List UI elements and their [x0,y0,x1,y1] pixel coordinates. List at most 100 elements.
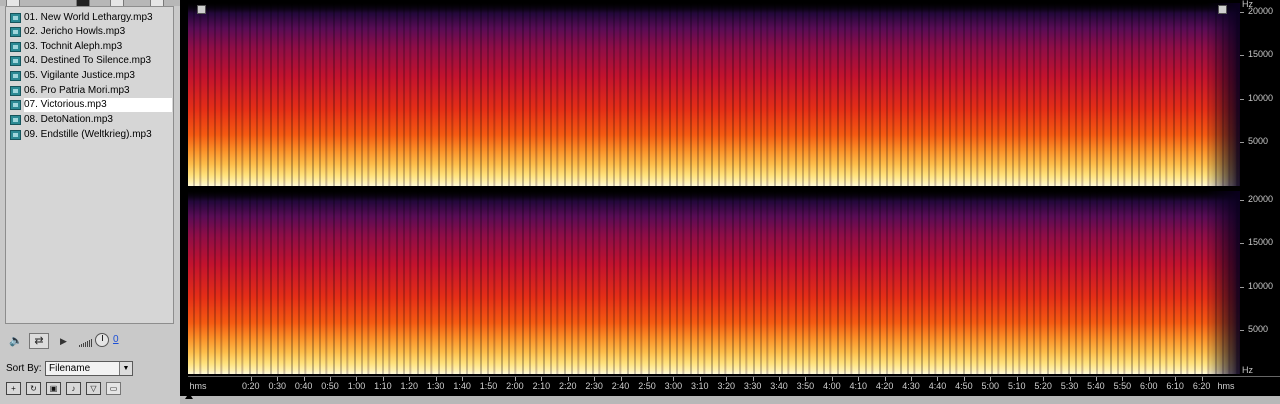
properties-button[interactable]: ♪ [66,382,81,395]
freq-tick [1240,98,1244,100]
freq-tick [1240,142,1244,144]
volume-bars-icon [79,339,93,347]
spectrogram-panel: Hz Hz 20000 15000 10000 5000 20000 15000 10000… [180,0,1280,404]
speaker-icon[interactable]: 🔈 [9,333,23,349]
time-label: 5:00 [981,381,1000,391]
time-axis: hms hms 0:20 0:30 0:40 0:50 1:00 1:10 1:20 1:30… [188,376,1280,397]
loop-button[interactable]: ⇄ [29,333,49,349]
playback-controls: 🔈 ⇄ ▶ 0 [5,330,174,352]
time-label: 2:10 [532,381,551,391]
audio-file-icon [10,27,21,37]
refresh-button[interactable]: ↻ [26,382,41,395]
time-label: 2:00 [506,381,524,391]
audio-file-icon [10,71,21,81]
time-label: 4:50 [955,381,973,391]
time-label: 0:30 [268,381,286,391]
time-label: 1:40 [453,381,471,391]
zoom-corner-left-icon[interactable] [197,5,206,14]
volume-knob-icon[interactable] [95,333,109,347]
freq-tick [1240,330,1244,332]
audio-file-icon [10,13,21,23]
freq-label: 20000 [1248,193,1274,204]
play-icon[interactable]: ▶ [60,333,67,349]
file-item-9[interactable]: 09. Endstille (Weltkrieg).mp3 [10,128,172,142]
time-label: 3:50 [796,381,815,391]
time-start-label: hms [189,381,207,391]
time-label: 5:40 [1087,381,1105,391]
file-item-7[interactable]: 07. Victorious.mp3 [10,98,172,112]
filter-button[interactable]: ▽ [86,382,101,395]
film-icon: ▣ [49,384,58,393]
time-label: 5:20 [1034,381,1052,391]
playhead-marker-icon[interactable] [185,393,193,399]
spectrogram-channel-2[interactable] [188,191,1240,374]
time-label: 1:50 [479,381,498,391]
file-item-4[interactable]: 04. Destined To Silence.mp3 [10,54,172,68]
spectrogram-end-fade-top [1206,3,1240,186]
export-icon: ▭ [109,384,118,393]
time-label: 4:20 [875,381,894,391]
note-icon: ♪ [71,384,76,393]
add-icon: + [11,384,16,393]
freq-label: 15000 [1248,49,1274,60]
spectrogram-channel-1[interactable] [188,3,1240,186]
audio-file-icon [10,42,21,52]
sort-by-label: Sort By: [6,363,42,374]
time-label: 1:10 [374,381,392,391]
freq-tick [1240,11,1244,13]
file-item-8[interactable]: 08. DetoNation.mp3 [10,113,172,127]
time-label: 2:50 [638,381,656,391]
file-item-5[interactable]: 05. Vigilante Justice.mp3 [10,69,172,83]
sort-by-select[interactable]: Filename ▼ [45,361,133,376]
time-label: 2:30 [585,381,603,391]
time-label: 4:00 [823,381,841,391]
loop-icon: ⇄ [34,335,44,347]
play-file-button[interactable]: ▣ [46,382,61,395]
time-label: 0:50 [321,381,339,391]
time-label: 1:20 [400,381,419,391]
time-label: 5:10 [1007,381,1026,391]
freq-tick [1240,286,1244,288]
freq-label: 5000 [1248,324,1269,335]
freq-label: 20000 [1248,5,1274,16]
time-label: 3:20 [717,381,735,391]
time-label: 4:30 [902,381,920,391]
export-button[interactable]: ▭ [106,382,121,395]
volume-value[interactable]: 0 [113,334,119,345]
horizontal-scrollbar[interactable] [180,396,1280,404]
time-label: 3:40 [770,381,788,391]
time-label: 4:10 [849,381,868,391]
time-label: 6:20 [1192,381,1211,391]
freq-tick [1240,55,1244,57]
time-label: 3:10 [691,381,709,391]
file-item-6[interactable]: 06. Pro Patria Mori.mp3 [10,84,172,98]
zoom-corner-right-icon[interactable] [1218,5,1227,14]
file-item-1[interactable]: 01. New World Lethargy.mp3 [10,11,172,25]
spectrogram-top-fade-1 [188,3,1240,13]
audio-file-icon [10,100,21,110]
file-item-2[interactable]: 02. Jericho Howls.mp3 [10,25,172,39]
file-list: 01. New World Lethargy.mp3 02. Jericho H… [5,6,174,324]
chevron-down-icon[interactable]: ▼ [119,362,132,375]
time-label: 6:10 [1166,381,1184,391]
freq-label: 10000 [1248,280,1274,291]
file-item-3[interactable]: 03. Tochnit Aleph.mp3 [10,40,172,54]
time-label: 5:50 [1113,381,1132,391]
time-label: 4:40 [928,381,947,391]
spectrogram-texture-bottom [188,191,1240,374]
audio-file-icon [10,130,21,140]
freq-unit-bottom: Hz [1242,365,1253,375]
refresh-icon: ↻ [30,384,37,393]
time-label: 3:30 [743,381,762,391]
audio-file-icon [10,115,21,125]
time-label: 3:00 [664,381,683,391]
freq-label: 10000 [1248,92,1274,103]
freq-label: 5000 [1248,136,1269,147]
audio-file-icon [10,86,21,96]
time-label: 2:40 [611,381,630,391]
spectrogram-top-fade-2 [188,191,1240,201]
freq-label: 15000 [1248,237,1274,248]
spectrogram-texture-top [188,3,1240,186]
time-label: 5:30 [1060,381,1079,391]
add-files-button[interactable]: + [6,382,21,395]
